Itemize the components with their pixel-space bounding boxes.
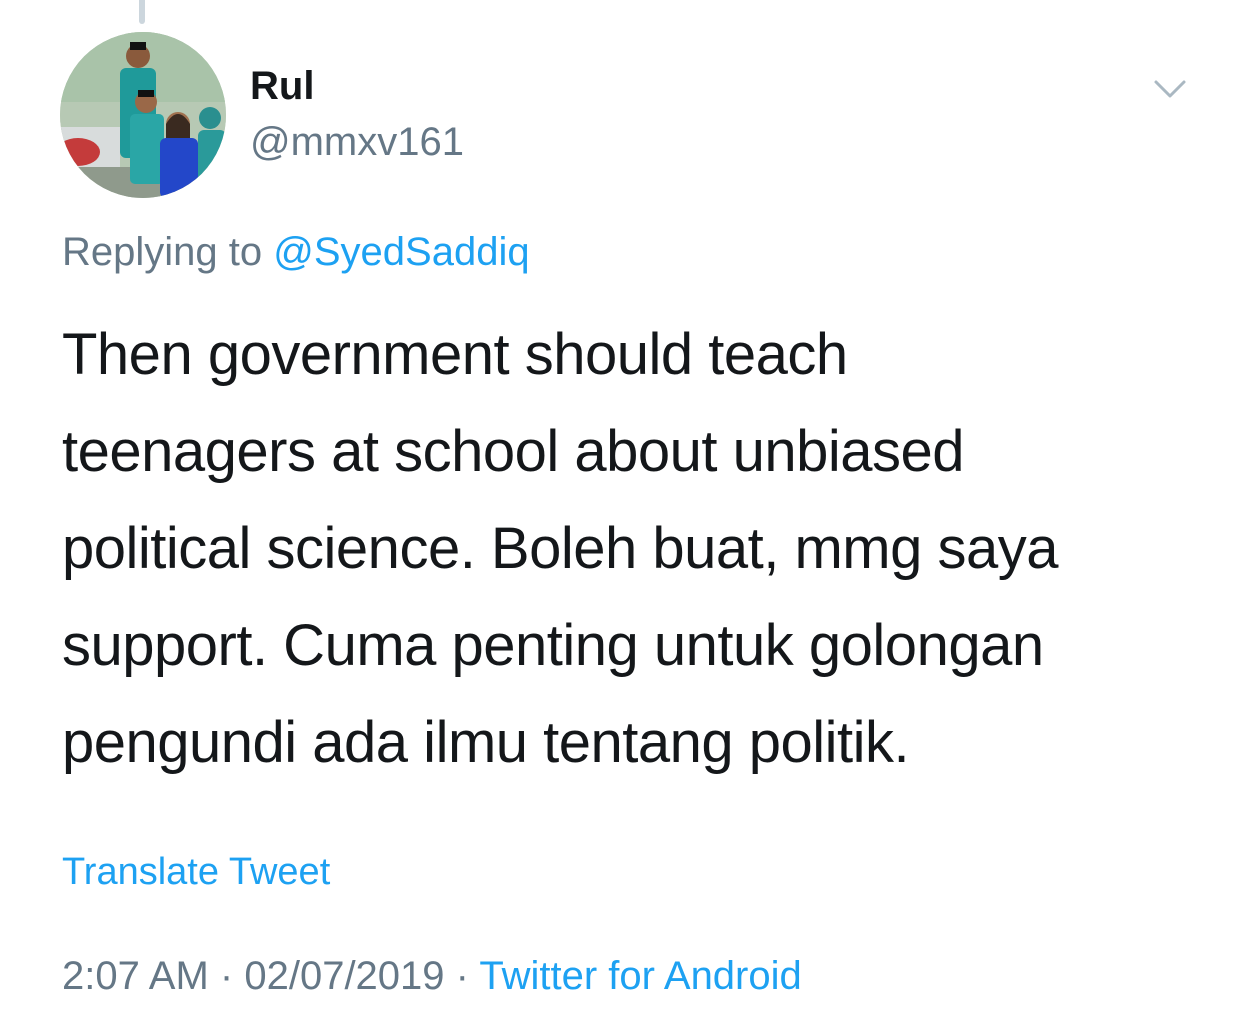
- tweet-text-line: pengundi ada ilmu tentang politik.: [62, 710, 910, 775]
- replying-to-prefix: Replying to: [62, 230, 263, 274]
- tweet-menu-button[interactable]: [1148, 72, 1192, 108]
- tweet-text-line: teenagers at school about unbiased: [62, 419, 965, 484]
- thread-connector-line: [139, 0, 145, 24]
- user-handle[interactable]: @mmxv161: [250, 118, 464, 166]
- meta-separator: ·: [219, 954, 234, 998]
- tweet-meta: 2:07 AM · 02/07/2019 · Twitter for Andro…: [62, 950, 802, 1002]
- meta-separator: ·: [455, 954, 469, 998]
- display-name[interactable]: Rul: [250, 62, 314, 110]
- tweet-text-line: Then government should teach: [62, 322, 848, 387]
- profile-photo-icon: [60, 32, 226, 198]
- tweet-text-line: support. Cuma penting untuk golongan: [62, 613, 1044, 678]
- replying-to-mention-link[interactable]: @SyedSaddiq: [273, 230, 529, 274]
- tweet-source-link[interactable]: Twitter for Android: [479, 954, 801, 998]
- avatar[interactable]: [60, 32, 226, 198]
- translate-tweet-link[interactable]: Translate Tweet: [62, 848, 330, 896]
- tweet-text-line: political science. Boleh buat, mmg saya: [62, 516, 1059, 581]
- chevron-down-icon: [1154, 80, 1186, 98]
- tweet-date: 02/07/2019: [244, 954, 445, 998]
- replying-to: Replying to @SyedSaddiq: [62, 226, 530, 278]
- tweet-text: Then government should teach teenagers a…: [62, 306, 1202, 791]
- tweet-time: 2:07 AM: [62, 954, 209, 998]
